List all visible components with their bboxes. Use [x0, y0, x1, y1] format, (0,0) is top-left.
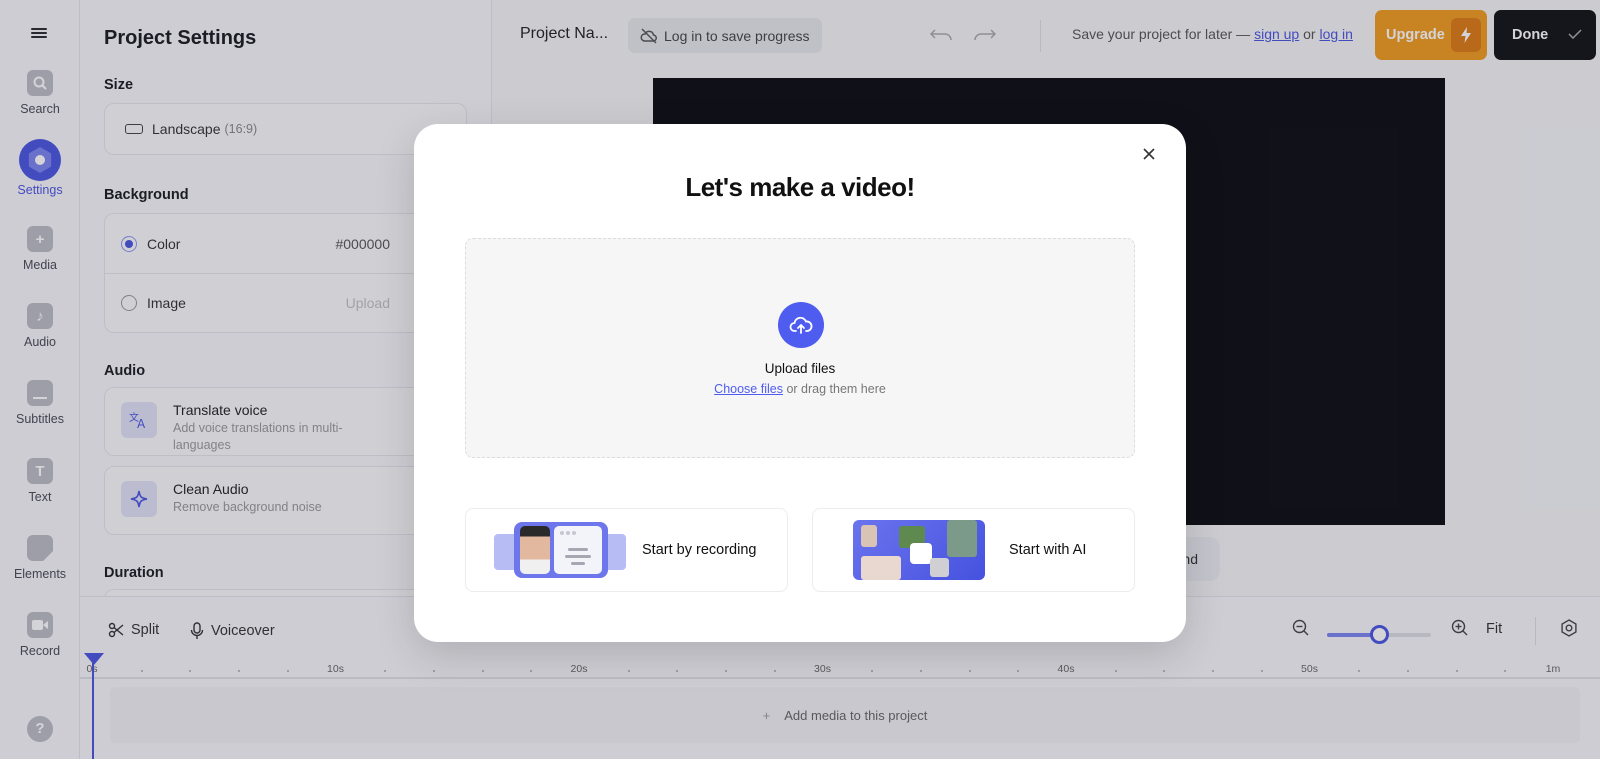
person-thumbnail: [520, 526, 550, 574]
create-video-modal: Let's make a video! Upload files Choose …: [414, 124, 1186, 642]
window-thumbnail: [554, 526, 602, 574]
option-label: Start by recording: [642, 542, 757, 558]
close-button[interactable]: [1138, 143, 1160, 165]
start-recording-option[interactable]: Start by recording: [465, 508, 788, 592]
option-label: Start with AI: [1009, 542, 1087, 558]
choose-files-link[interactable]: Choose files: [714, 382, 783, 396]
modal-title: Let's make a video!: [685, 172, 915, 202]
recording-illustration: [494, 520, 626, 580]
drag-text: or drag them here: [786, 382, 886, 396]
close-icon: [1143, 148, 1155, 160]
upload-title: Upload files: [764, 361, 836, 376]
upload-subtitle: Choose files or drag them here: [466, 382, 1134, 396]
upload-dropzone[interactable]: Upload files Choose files or drag them h…: [465, 238, 1135, 458]
ai-illustration: [853, 520, 985, 580]
start-with-ai-option[interactable]: Start with AI: [812, 508, 1135, 592]
cloud-upload-icon: [778, 302, 824, 348]
